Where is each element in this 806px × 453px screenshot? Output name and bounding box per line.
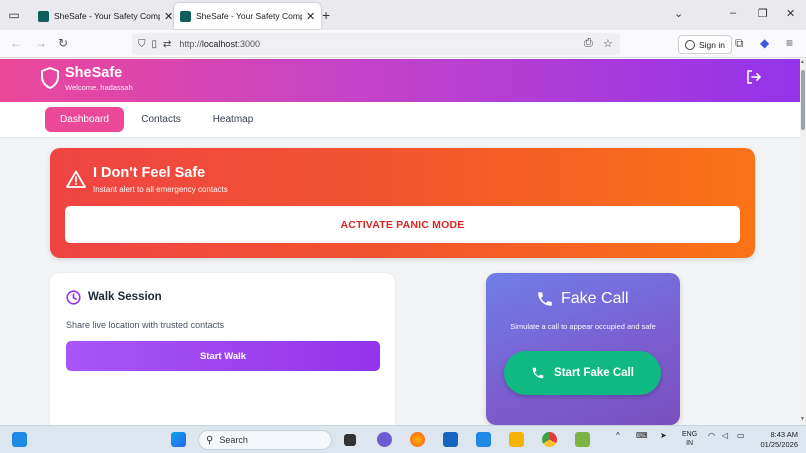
tab-title: SheSafe - Your Safety Companion — [196, 11, 302, 21]
tray-chevron-icon[interactable]: ^ — [616, 431, 620, 440]
browser-tab-2[interactable]: SheSafe - Your Safety Companion ✕ — [174, 3, 322, 29]
minimize-icon[interactable]: – — [730, 7, 736, 19]
battery-icon[interactable]: ▭ — [737, 431, 745, 440]
menu-icon[interactable]: ≡ — [786, 36, 793, 50]
chrome-icon[interactable] — [542, 432, 557, 447]
brand-title: SheSafe — [65, 65, 123, 81]
close-tab-icon[interactable]: ✕ — [164, 10, 173, 23]
close-tab-icon[interactable]: ✕ — [306, 10, 315, 23]
fake-call-button-label: Start Fake Call — [554, 367, 634, 379]
reader-view-icon[interactable]: ⎙ — [584, 37, 593, 50]
tab-dashboard[interactable]: Dashboard — [45, 107, 124, 132]
widgets-icon[interactable] — [12, 432, 27, 447]
app-icon[interactable] — [575, 432, 590, 447]
extensions-icon[interactable]: ⧉ — [735, 36, 744, 51]
panic-subtitle: Instant alert to all emergency contacts — [93, 185, 228, 194]
url-text[interactable]: http://localhost:3000 — [179, 39, 260, 49]
volume-icon[interactable]: ◁ — [722, 431, 728, 440]
firefox-icon[interactable] — [410, 432, 425, 447]
task-view-icon[interactable] — [344, 434, 356, 446]
pocket-icon[interactable]: ◆ — [760, 36, 769, 50]
app-nav: Dashboard Contacts Heatmap — [0, 102, 800, 138]
new-tab-icon[interactable]: + — [322, 7, 330, 23]
reload-icon[interactable]: ↻ — [58, 36, 68, 50]
logout-icon[interactable] — [746, 70, 762, 84]
sign-in-button[interactable]: Sign in — [678, 35, 732, 54]
location-icon[interactable]: ➤ — [660, 431, 667, 440]
taskbar-search[interactable]: ⚲ Search — [198, 430, 332, 450]
tab-list-icon[interactable]: ▭ — [0, 0, 28, 30]
app-header: SheSafe Welcome, hadassah — [0, 59, 800, 102]
scroll-up-icon[interactable]: ▲ — [800, 59, 805, 65]
favicon-icon — [38, 10, 49, 22]
activate-panic-button[interactable]: ACTIVATE PANIC MODE — [65, 206, 740, 243]
phone-icon — [538, 292, 552, 306]
bookmark-star-icon[interactable]: ☆ — [603, 37, 613, 50]
scroll-down-icon[interactable]: ▼ — [800, 416, 805, 422]
forward-icon[interactable]: → — [35, 36, 47, 50]
start-fake-call-button[interactable]: Start Fake Call — [504, 351, 661, 395]
phone-icon — [532, 367, 544, 379]
shield-tracking-icon[interactable]: ⛉ — [138, 39, 146, 50]
tab-contacts[interactable]: Contacts — [131, 107, 191, 132]
vscode-icon[interactable] — [476, 432, 491, 447]
chat-icon[interactable] — [377, 432, 392, 447]
keyboard-icon[interactable]: ⌨ — [636, 431, 648, 440]
tab-title: SheSafe - Your Safety Companion — [54, 11, 160, 21]
file-explorer-icon[interactable] — [509, 432, 524, 447]
shield-logo-icon — [41, 67, 59, 89]
window-close-icon[interactable]: ✕ — [786, 7, 795, 20]
tab-overflow-chevron-icon[interactable]: ⌄ — [674, 7, 683, 20]
permissions-icon[interactable]: ⇄ — [163, 39, 171, 50]
tab-heatmap[interactable]: Heatmap — [203, 107, 263, 132]
url-bar[interactable]: ⛉ ▯ ⇄ http://localhost:3000 ⎙ ☆ — [132, 33, 620, 55]
welcome-text: Welcome, hadassah — [65, 83, 133, 92]
taskbar: ⚲ Search ^ ⌨ ➤ ENG IN ◠ ◁ ▭ 8:43 AM 01/2… — [0, 425, 806, 453]
walk-description: Share live location with trusted contact… — [66, 320, 225, 330]
scrollbar-thumb[interactable] — [801, 70, 805, 130]
start-walk-button[interactable]: Start Walk — [66, 341, 380, 371]
fake-call-card: Fake Call Simulate a call to appear occu… — [486, 273, 680, 425]
clock-icon — [66, 290, 81, 305]
walk-session-card: Walk Session Share live location with tr… — [50, 273, 395, 433]
wifi-icon[interactable]: ◠ — [708, 431, 715, 440]
language-indicator[interactable]: ENG IN — [682, 430, 697, 448]
restore-icon[interactable]: ❐ — [758, 7, 768, 20]
favicon-icon — [180, 10, 191, 22]
start-icon[interactable] — [171, 432, 186, 447]
walk-title: Walk Session — [88, 291, 162, 303]
browser-nav-bar: ← → ↻ ⛉ ▯ ⇄ http://localhost:3000 ⎙ ☆ Si… — [0, 30, 806, 58]
page-info-icon[interactable]: ▯ — [152, 39, 158, 50]
fake-call-description: Simulate a call to appear occupied and s… — [510, 322, 656, 331]
fake-call-title: Fake Call — [561, 290, 629, 307]
account-icon — [685, 39, 695, 50]
search-icon: ⚲ — [206, 434, 214, 446]
store-icon[interactable] — [443, 432, 458, 447]
back-icon[interactable]: ← — [10, 36, 22, 50]
warning-triangle-icon — [66, 170, 86, 188]
browser-tab-1[interactable]: SheSafe - Your Safety Companion ✕ — [32, 3, 179, 29]
panic-title: I Don't Feel Safe — [93, 165, 206, 181]
system-clock[interactable]: 8:43 AM 01/25/2026 — [760, 430, 798, 450]
panic-card: I Don't Feel Safe Instant alert to all e… — [50, 148, 755, 258]
